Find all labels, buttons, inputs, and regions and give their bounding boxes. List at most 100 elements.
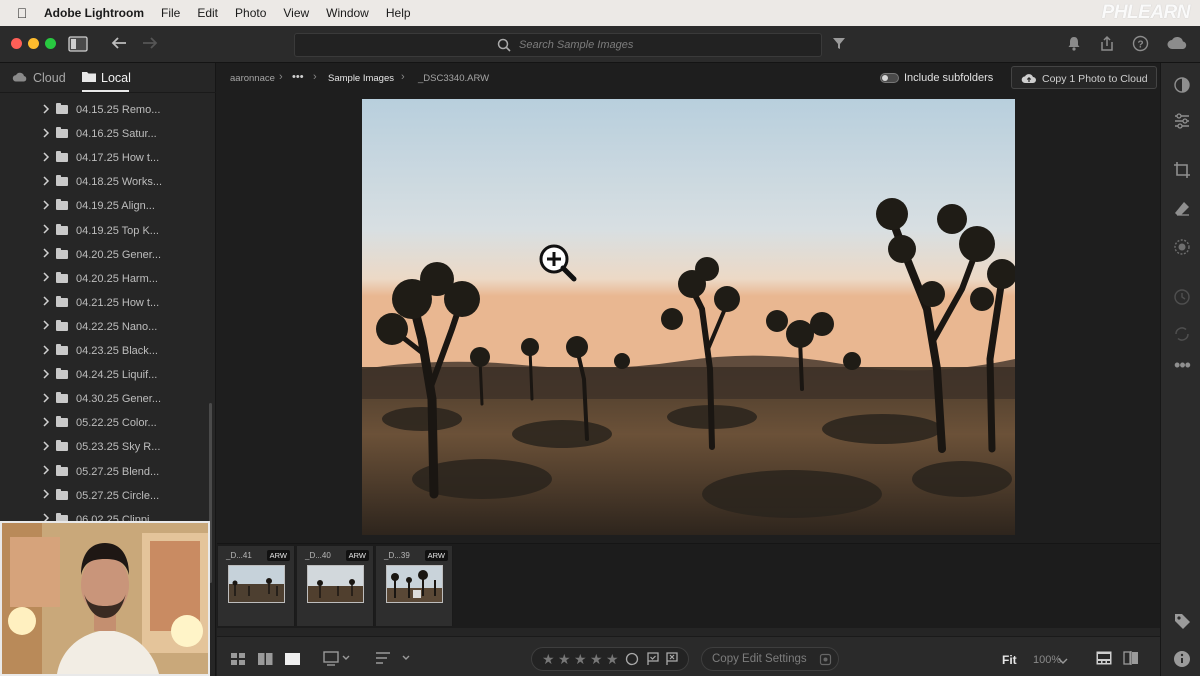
app-menu[interactable]: Adobe Lightroom	[44, 6, 144, 20]
cloud-sync-icon[interactable]	[1166, 36, 1188, 54]
masking-icon[interactable]	[1173, 238, 1191, 261]
folder-name: 04.16.25 Satur...	[76, 128, 157, 141]
folder-tree-item[interactable]: 04.20.25 Gener...	[0, 243, 210, 267]
expand-chevron-icon[interactable]	[42, 489, 50, 502]
remix-icon[interactable]	[1173, 325, 1191, 348]
folder-icon	[56, 199, 68, 211]
minimize-window-button[interactable]	[28, 38, 39, 49]
tab-cloud[interactable]: Cloud	[12, 71, 66, 85]
pick-flag-icon[interactable]	[646, 652, 660, 671]
sort-icon[interactable]	[375, 650, 415, 669]
star-4-icon[interactable]: ★	[590, 651, 603, 668]
expand-chevron-icon[interactable]	[42, 465, 50, 478]
star-1-icon[interactable]: ★	[542, 651, 555, 668]
info-icon[interactable]	[1173, 650, 1191, 673]
main-photo-joshua-trees[interactable]	[362, 99, 1015, 535]
folder-tree-item[interactable]: 05.27.25 Circle...	[0, 484, 210, 508]
folder-tree-item[interactable]: 04.22.25 Nano...	[0, 315, 210, 339]
folder-tree-item[interactable]: 04.18.25 Works...	[0, 170, 210, 194]
expand-chevron-icon[interactable]	[42, 224, 50, 237]
zoom-percent-option[interactable]: 100%	[1033, 654, 1061, 666]
menu-window[interactable]: Window	[326, 6, 369, 20]
star-5-icon[interactable]: ★	[606, 651, 619, 668]
folder-tree-item[interactable]: 04.20.25 Harm...	[0, 267, 210, 291]
folder-tree-item[interactable]: 05.22.25 Color...	[0, 411, 210, 435]
back-arrow-icon[interactable]	[110, 35, 128, 55]
share-icon[interactable]	[1099, 35, 1115, 56]
toggle-panel-icon[interactable]	[68, 35, 88, 57]
expand-chevron-icon[interactable]	[42, 152, 50, 165]
versions-history-icon[interactable]	[1173, 288, 1191, 311]
edit-sliders-icon[interactable]	[1173, 112, 1191, 135]
presets-icon[interactable]	[1173, 76, 1191, 99]
expand-chevron-icon[interactable]	[42, 393, 50, 406]
menu-file[interactable]: File	[161, 6, 180, 20]
expand-chevron-icon[interactable]	[42, 344, 50, 358]
crop-icon[interactable]	[1173, 161, 1191, 184]
keywords-tag-icon[interactable]	[1173, 612, 1191, 635]
breadcrumb-overflow[interactable]: •••	[292, 71, 304, 83]
breadcrumb-sample-images[interactable]: Sample Images	[328, 73, 394, 84]
close-window-button[interactable]	[11, 38, 22, 49]
active-tab-underline	[82, 90, 129, 92]
healing-eraser-icon[interactable]	[1173, 200, 1191, 223]
expand-chevron-icon[interactable]	[42, 248, 50, 261]
expand-chevron-icon[interactable]	[42, 103, 50, 117]
folder-tree-item[interactable]: 04.30.25 Gener...	[0, 387, 210, 411]
expand-chevron-icon[interactable]	[42, 417, 50, 430]
forward-arrow-icon[interactable]	[141, 35, 159, 55]
expand-chevron-icon[interactable]	[42, 200, 50, 213]
folder-tree-item[interactable]: 04.24.25 Liquif...	[0, 363, 210, 387]
expand-chevron-icon[interactable]	[42, 176, 50, 189]
folder-name: 04.30.25 Gener...	[76, 393, 162, 406]
menu-help[interactable]: Help	[386, 6, 411, 20]
folder-tree-item[interactable]: 05.23.25 Sky R...	[0, 435, 210, 459]
copy-to-cloud-button[interactable]: Copy 1 Photo to Cloud	[1011, 66, 1157, 89]
detail-view-icon[interactable]	[285, 652, 300, 668]
breadcrumb-user[interactable]: aaronnace	[230, 73, 275, 84]
filmstrip-scrollbar[interactable]	[217, 628, 1160, 636]
folder-tree-item[interactable]: 05.27.25 Blend...	[0, 460, 210, 484]
folder-tree-item[interactable]: 04.21.25 How t...	[0, 291, 210, 315]
star-2-icon[interactable]: ★	[558, 651, 571, 668]
grid-view-icon[interactable]	[231, 652, 246, 668]
help-icon[interactable]: ?	[1132, 35, 1149, 56]
fit-zoom-option[interactable]: Fit	[1002, 653, 1017, 667]
search-field[interactable]: Search Sample Images	[294, 33, 822, 57]
unflag-circle-icon[interactable]	[625, 652, 639, 671]
filmstrip-thumbnail[interactable]: _D...40 ARW	[297, 546, 374, 626]
expand-chevron-icon[interactable]	[42, 369, 50, 382]
square-grid-view-icon[interactable]	[258, 652, 273, 668]
notifications-bell-icon[interactable]	[1067, 36, 1081, 55]
filmstrip-thumbnail[interactable]: _D...41 ARW	[218, 546, 295, 626]
compare-view-icon[interactable]	[1123, 651, 1139, 668]
expand-chevron-icon[interactable]	[42, 296, 50, 309]
expand-chevron-icon[interactable]	[42, 441, 50, 454]
slideshow-icon[interactable]	[323, 650, 353, 669]
paste-settings-icon[interactable]	[819, 653, 832, 669]
menu-photo[interactable]: Photo	[235, 6, 266, 20]
include-subfolders-toggle[interactable]	[880, 73, 899, 83]
zoom-window-button[interactable]	[45, 38, 56, 49]
folder-tree-item[interactable]: 04.19.25 Top K...	[0, 219, 210, 243]
expand-chevron-icon[interactable]	[42, 320, 50, 333]
folder-tree-item[interactable]: 04.17.25 How t...	[0, 146, 210, 170]
folder-tree-item[interactable]: 04.15.25 Remo...	[0, 98, 210, 122]
star-3-icon[interactable]: ★	[574, 651, 587, 668]
filmstrip-toggle-icon[interactable]	[1096, 651, 1112, 668]
filmstrip-thumbnail[interactable]: _D...39 ARW	[376, 546, 453, 626]
more-options-icon[interactable]: •••	[1173, 355, 1191, 376]
folder-tree-item[interactable]: 04.19.25 Align...	[0, 194, 210, 218]
expand-chevron-icon[interactable]	[42, 272, 50, 285]
tab-local[interactable]: Local	[82, 71, 131, 85]
filter-icon[interactable]	[832, 37, 846, 54]
copy-edit-settings-button[interactable]: Copy Edit Settings	[701, 647, 839, 671]
zoom-dropdown-chevron-icon[interactable]	[1058, 652, 1068, 670]
expand-chevron-icon[interactable]	[42, 128, 50, 141]
menu-view[interactable]: View	[283, 6, 309, 20]
reject-flag-icon[interactable]	[665, 652, 679, 671]
apple-menu-icon[interactable]: 	[14, 5, 30, 21]
folder-tree-item[interactable]: 04.23.25 Black...	[0, 339, 210, 363]
menu-edit[interactable]: Edit	[197, 6, 218, 20]
folder-tree-item[interactable]: 04.16.25 Satur...	[0, 122, 210, 146]
